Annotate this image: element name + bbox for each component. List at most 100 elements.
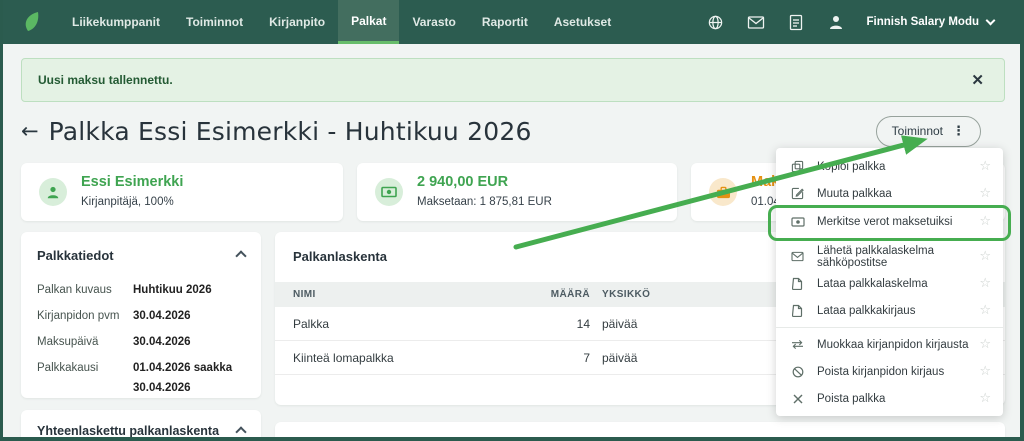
- menu-item-label: Poista kirjanpidon kirjaus: [817, 366, 944, 378]
- star-icon[interactable]: ☆: [979, 337, 991, 352]
- toiminnot-dropdown-menu: Kopioi palkka ☆ Muuta palkkaa ☆ Merkitse…: [776, 148, 1003, 416]
- menu-item-poista-palkka[interactable]: Poista palkka ☆: [776, 385, 1003, 412]
- nav-item-kirjanpito[interactable]: Kirjanpito: [256, 0, 338, 44]
- salary-paid-amount: Maksetaan: 1 875,81 EUR: [417, 196, 552, 208]
- detail-row: Palkan kuvaus Huhtikuu 2026: [37, 277, 245, 303]
- notification-message: Uusi maksu tallennettu.: [38, 73, 173, 87]
- detail-value: 01.04.2026 saakka 30.04.2026: [133, 355, 232, 398]
- toiminnot-actions-button[interactable]: Toiminnot ⋮: [876, 116, 981, 147]
- menu-item-laheta-palkkalaskelma[interactable]: Lähetä palkkalaskelma sähköpostitse ☆: [776, 243, 1003, 270]
- detail-label: Palkkakausi: [37, 355, 133, 398]
- nav-menu: Liikekumppanit Toiminnot Kirjanpito Palk…: [59, 0, 624, 44]
- detail-rows: Palkan kuvaus Huhtikuu 2026 Kirjanpidon …: [37, 277, 245, 398]
- copy-icon: [790, 160, 805, 173]
- star-icon[interactable]: ☆: [979, 186, 991, 201]
- table-title: Palkanlaskenta: [293, 249, 387, 264]
- swap-icon: [790, 339, 805, 350]
- module-selector-label: Finnish Salary Modu: [867, 16, 979, 28]
- cell-nimi: Palkka: [275, 317, 535, 331]
- user-icon: [39, 178, 67, 206]
- employee-card: Essi Esimerkki Kirjanpitäjä, 100%: [21, 163, 343, 221]
- column-header-maara: MÄÄRÄ: [535, 289, 590, 300]
- banknote-icon: [375, 178, 403, 206]
- detail-label: Palkan kuvaus: [37, 277, 133, 303]
- user-icon[interactable]: [827, 13, 845, 31]
- globe-icon[interactable]: [707, 13, 725, 31]
- palkkatiedot-panel: Palkkatiedot Palkan kuvaus Huhtikuu 2026…: [21, 232, 261, 398]
- top-navbar: Liikekumppanit Toiminnot Kirjanpito Palk…: [3, 0, 1020, 44]
- detail-label: Kirjanpidon pvm: [37, 303, 133, 329]
- back-arrow-icon[interactable]: ←: [21, 119, 39, 143]
- menu-item-kopioi-palkka[interactable]: Kopioi palkka ☆: [776, 153, 1003, 180]
- menu-item-poista-kirjanpidon-kirjaus[interactable]: Poista kirjanpidon kirjaus ☆: [776, 358, 1003, 385]
- block-icon: [790, 366, 805, 378]
- app-window: Liikekumppanit Toiminnot Kirjanpito Palk…: [0, 0, 1024, 441]
- menu-item-label: Muuta palkkaa: [817, 188, 892, 200]
- nav-utilities: Finnish Salary Modu: [707, 0, 1020, 44]
- briefcase-icon: [709, 178, 737, 206]
- detail-value: 30.04.2026: [133, 303, 191, 329]
- star-icon[interactable]: ☆: [979, 276, 991, 291]
- actions-button-label: Toiminnot: [892, 124, 943, 138]
- page-header: ← Palkka Essi Esimerkki - Huhtikuu 2026 …: [21, 110, 1005, 152]
- employee-name: Essi Esimerkki: [81, 174, 183, 190]
- menu-item-label: Lataa palkkakirjaus: [817, 305, 915, 317]
- mail-icon[interactable]: [747, 13, 765, 31]
- collapse-chevron-icon[interactable]: [235, 426, 246, 437]
- menu-item-label: Lähetä palkkalaskelma sähköpostitse: [817, 245, 979, 269]
- nav-item-liikekumppanit[interactable]: Liikekumppanit: [59, 0, 173, 44]
- detail-row: Palkkakausi 01.04.2026 saakka 30.04.2026: [37, 355, 245, 398]
- yhteenlaskettu-panel: Yhteenlaskettu palkanlaskenta: [21, 410, 261, 441]
- success-notification: Uusi maksu tallennettu. ✕: [21, 58, 1005, 102]
- employee-role: Kirjanpitäjä, 100%: [81, 196, 174, 208]
- panel-title: Palkkatiedot: [37, 248, 114, 263]
- chevron-down-icon: [986, 16, 996, 26]
- menu-item-label: Kopioi palkka: [817, 161, 885, 173]
- menu-divider: [776, 327, 1003, 328]
- nav-item-raportit[interactable]: Raportit: [469, 0, 541, 44]
- star-icon[interactable]: ☆: [979, 214, 991, 229]
- menu-item-label: Merkitse verot maksetuiksi: [817, 216, 952, 228]
- menu-item-label: Lataa palkkalaskelma: [817, 278, 928, 290]
- detail-label: Maksupäivä: [37, 329, 133, 355]
- menu-item-muuta-palkkaa[interactable]: Muuta palkkaa ☆: [776, 180, 1003, 207]
- star-icon[interactable]: ☆: [979, 303, 991, 318]
- leaf-icon: [21, 10, 43, 34]
- close-icon: [790, 394, 805, 404]
- document-icon[interactable]: [787, 13, 805, 31]
- cell-maara: 7: [535, 351, 590, 365]
- menu-item-lataa-palkkalaskelma[interactable]: Lataa palkkalaskelma ☆: [776, 270, 1003, 297]
- column-header-nimi: NIMI: [275, 289, 535, 300]
- module-selector[interactable]: Finnish Salary Modu: [867, 16, 994, 28]
- menu-item-lataa-palkkakirjaus[interactable]: Lataa palkkakirjaus ☆: [776, 297, 1003, 324]
- nav-item-label: Kirjanpito: [269, 15, 325, 29]
- nav-item-label: Raportit: [482, 15, 528, 29]
- nav-item-label: Palkat: [351, 14, 386, 28]
- menu-item-muokkaa-kirjanpidon-kirjausta[interactable]: Muokkaa kirjanpidon kirjausta ☆: [776, 331, 1003, 358]
- page-title: Palkka Essi Esimerkki - Huhtikuu 2026: [49, 117, 532, 146]
- collapse-chevron-icon[interactable]: [235, 250, 246, 261]
- nav-item-varasto[interactable]: Varasto: [399, 0, 468, 44]
- file-icon: [790, 304, 805, 317]
- detail-row: Kirjanpidon pvm 30.04.2026: [37, 303, 245, 329]
- edit-icon: [790, 187, 805, 200]
- app-logo[interactable]: [3, 0, 59, 44]
- close-icon[interactable]: ✕: [967, 71, 988, 89]
- cell-maara: 14: [535, 317, 590, 331]
- banknote-icon: [790, 217, 805, 227]
- secondary-panel: [275, 422, 1005, 441]
- star-icon[interactable]: ☆: [979, 391, 991, 406]
- salary-amount-card: 2 940,00 EUR Maksetaan: 1 875,81 EUR: [357, 163, 677, 221]
- nav-item-toiminnot[interactable]: Toiminnot: [173, 0, 256, 44]
- star-icon[interactable]: ☆: [979, 249, 991, 264]
- nav-item-palkat[interactable]: Palkat: [338, 0, 399, 44]
- kebab-menu-icon: ⋮: [952, 124, 965, 139]
- nav-item-asetukset[interactable]: Asetukset: [541, 0, 624, 44]
- nav-item-label: Varasto: [412, 15, 455, 29]
- detail-row: Maksupäivä 30.04.2026: [37, 329, 245, 355]
- star-icon[interactable]: ☆: [979, 364, 991, 379]
- menu-item-merkitse-verot-maksetuiksi[interactable]: Merkitse verot maksetuiksi ☆: [776, 208, 1003, 235]
- star-icon[interactable]: ☆: [979, 159, 991, 174]
- menu-item-label: Poista palkka: [817, 393, 885, 405]
- cell-nimi: Kiinteä lomapalkka: [275, 351, 535, 365]
